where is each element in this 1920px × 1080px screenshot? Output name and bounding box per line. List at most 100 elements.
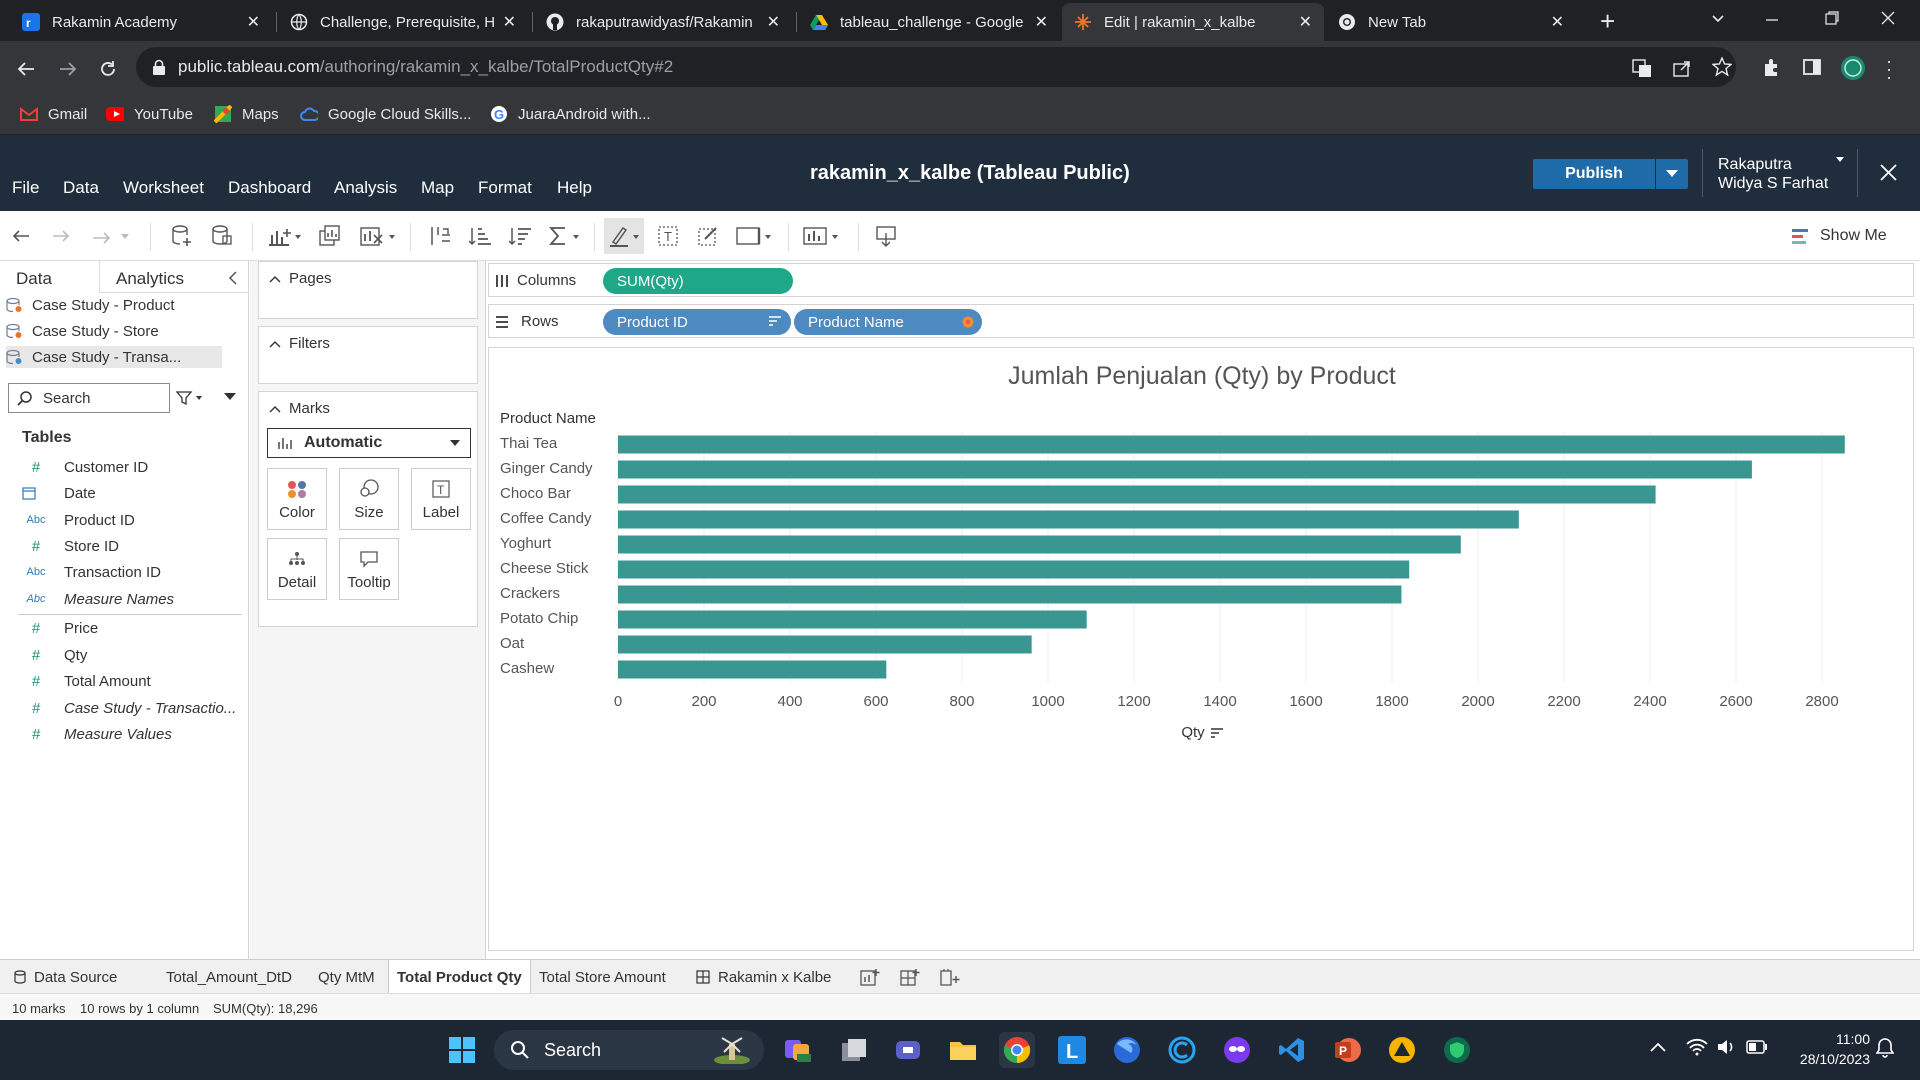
- translate-icon[interactable]: [1632, 58, 1652, 78]
- field-customer-id[interactable]: # Customer ID: [22, 456, 148, 478]
- sort-ascending-icon[interactable]: [466, 221, 494, 251]
- clock[interactable]: 11:00 28/10/2023: [1790, 1029, 1870, 1069]
- new-story-tab-icon[interactable]: [932, 960, 968, 994]
- field-transaction-id[interactable]: Abc Transaction ID: [22, 561, 161, 583]
- label-button[interactable]: T Label: [411, 468, 471, 530]
- pill-sum-qty[interactable]: SUM(Qty): [603, 268, 793, 294]
- bar[interactable]: [618, 535, 1461, 554]
- field-measure-values[interactable]: # Measure Values: [22, 723, 172, 745]
- bar[interactable]: [618, 585, 1402, 604]
- powerpoint-icon[interactable]: P: [1329, 1032, 1365, 1068]
- firefox-icon[interactable]: [1109, 1032, 1145, 1068]
- new-data-source-icon[interactable]: [168, 221, 196, 251]
- duplicate-sheet-icon[interactable]: [316, 221, 344, 251]
- sort-descending-icon[interactable]: [506, 221, 534, 251]
- show-hide-cards-icon[interactable]: [800, 221, 844, 251]
- close-editor-icon[interactable]: [1880, 164, 1897, 181]
- user-menu-caret-icon[interactable]: [1836, 157, 1844, 163]
- pages-card[interactable]: Pages: [258, 261, 478, 319]
- taskbar-search[interactable]: Search: [494, 1030, 764, 1070]
- close-tab-icon[interactable]: ✕: [767, 12, 780, 32]
- datasource-store[interactable]: Case Study - Store: [6, 320, 159, 342]
- publish-options-button[interactable]: [1656, 159, 1688, 189]
- publish-button[interactable]: Publish: [1533, 159, 1655, 189]
- field-qty[interactable]: # Qty: [22, 644, 88, 666]
- tab-search-chevron-icon[interactable]: [1710, 10, 1726, 26]
- bar[interactable]: [618, 560, 1410, 579]
- bar[interactable]: [618, 660, 887, 679]
- file-explorer-icon[interactable]: [945, 1032, 981, 1068]
- game-app-icon[interactable]: [1219, 1032, 1255, 1068]
- field-record-count[interactable]: # Case Study - Transactio...: [22, 697, 236, 719]
- sheet-tab-total-store-amount[interactable]: Total Store Amount: [531, 960, 674, 994]
- share-icon[interactable]: [1672, 58, 1692, 78]
- close-tab-icon[interactable]: ✕: [1035, 12, 1048, 32]
- menu-analysis[interactable]: Analysis: [334, 178, 397, 198]
- sheet-tab-total-product-qty[interactable]: Total Product Qty: [388, 960, 531, 994]
- task-view-icon[interactable]: [836, 1032, 872, 1068]
- windows-start-icon[interactable]: [444, 1032, 480, 1068]
- close-tab-icon[interactable]: ✕: [1299, 12, 1312, 32]
- widgets-icon[interactable]: [780, 1032, 816, 1068]
- new-dashboard-tab-icon[interactable]: [892, 960, 928, 994]
- back-arrow-icon[interactable]: [16, 59, 36, 79]
- chevron-up-icon[interactable]: [269, 405, 281, 413]
- bookmark-juara-android[interactable]: G JuaraAndroid with...: [490, 105, 651, 123]
- close-tab-icon[interactable]: ✕: [247, 12, 260, 32]
- sort-axis-icon[interactable]: [1210, 727, 1223, 739]
- new-worksheet-tab-icon[interactable]: [852, 960, 888, 994]
- totals-icon[interactable]: [546, 221, 582, 251]
- url-bar[interactable]: public.tableau.com/authoring/rakamin_x_k…: [136, 47, 1736, 87]
- show-me-button[interactable]: Show Me: [1792, 221, 1904, 251]
- replay-icon[interactable]: [88, 221, 134, 251]
- menu-worksheet[interactable]: Worksheet: [123, 178, 204, 198]
- window-close-icon[interactable]: [1880, 10, 1896, 26]
- swap-rows-columns-icon[interactable]: [426, 221, 454, 251]
- redo-icon[interactable]: [48, 221, 74, 251]
- detail-button[interactable]: Detail: [267, 538, 327, 600]
- bookmark-google-cloud[interactable]: Google Cloud Skills...: [300, 105, 471, 123]
- forward-arrow-icon[interactable]: [58, 59, 78, 79]
- menu-map[interactable]: Map: [421, 178, 454, 198]
- profile-avatar[interactable]: [1840, 55, 1866, 81]
- undo-icon[interactable]: [8, 221, 34, 251]
- menu-format[interactable]: Format: [478, 178, 532, 198]
- color-button[interactable]: Color: [267, 468, 327, 530]
- notification-bell-icon[interactable]: [1876, 1038, 1894, 1058]
- browser-tab[interactable]: r Rakamin Academy ✕: [10, 3, 272, 41]
- browser-tab[interactable]: rakaputrawidyasf/Rakamin ✕: [534, 3, 792, 41]
- menu-help[interactable]: Help: [557, 178, 592, 198]
- bar[interactable]: [618, 635, 1032, 654]
- data-source-tab[interactable]: Data Source: [6, 960, 154, 994]
- browser-tab[interactable]: New Tab ✕: [1326, 3, 1576, 41]
- bar[interactable]: [618, 460, 1752, 479]
- size-button[interactable]: Size: [339, 468, 399, 530]
- close-tab-icon[interactable]: ✕: [503, 12, 516, 32]
- menu-file[interactable]: File: [12, 178, 39, 198]
- tab-data-label[interactable]: Data: [16, 269, 52, 289]
- field-date[interactable]: Date: [22, 482, 96, 504]
- chrome-taskbar-icon[interactable]: [999, 1032, 1035, 1068]
- side-panel-icon[interactable]: [1802, 57, 1822, 77]
- show-mark-labels-icon[interactable]: T: [654, 221, 682, 251]
- x-axis-title[interactable]: Qty: [489, 724, 1915, 741]
- bookmark-gmail[interactable]: Gmail: [20, 105, 87, 123]
- minimize-icon[interactable]: [1764, 12, 1780, 28]
- restore-icon[interactable]: [1824, 10, 1840, 26]
- close-tab-icon[interactable]: ✕: [1551, 12, 1564, 32]
- field-total-amount[interactable]: # Total Amount: [22, 670, 151, 692]
- bookmark-youtube[interactable]: YouTube: [106, 105, 193, 123]
- new-tab-icon[interactable]: +: [1600, 6, 1615, 37]
- shield-app-icon[interactable]: [1439, 1032, 1475, 1068]
- battery-icon[interactable]: [1746, 1040, 1768, 1054]
- bar[interactable]: [618, 485, 1656, 504]
- volume-icon[interactable]: [1716, 1038, 1736, 1056]
- bar[interactable]: [618, 610, 1087, 629]
- sheet-tab-total-amount-dtd[interactable]: Total_Amount_DtD: [158, 960, 300, 994]
- filters-card[interactable]: Filters: [258, 326, 478, 384]
- vscode-icon[interactable]: [1274, 1032, 1310, 1068]
- field-search-input[interactable]: Search: [8, 383, 170, 413]
- browser-tab-active[interactable]: Edit | rakamin_x_kalbe ✕: [1062, 3, 1324, 41]
- clear-sheet-icon[interactable]: [358, 221, 398, 251]
- chevron-up-icon[interactable]: [269, 275, 281, 283]
